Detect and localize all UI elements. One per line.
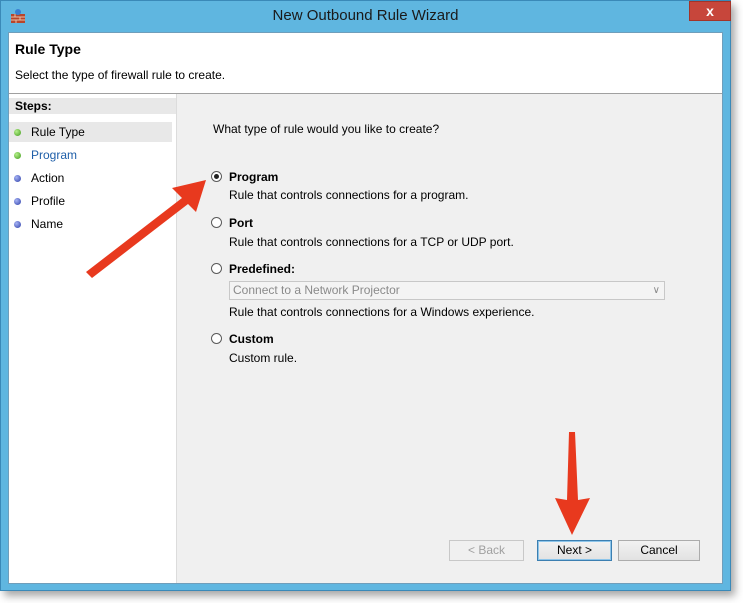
steps-heading: Steps: <box>9 98 176 114</box>
wizard-header: Rule Type Select the type of firewall ru… <box>9 33 722 94</box>
wizard-body: Rule Type Select the type of firewall ru… <box>8 32 723 584</box>
step-status-dot-icon <box>14 198 21 205</box>
program-option-label[interactable]: Program <box>229 170 278 184</box>
custom-radio[interactable] <box>211 333 222 344</box>
chevron-down-icon: ∨ <box>652 285 660 296</box>
program-option-description: Rule that controls connections for a pro… <box>229 188 469 202</box>
custom-option-label[interactable]: Custom <box>229 332 274 346</box>
step-label: Action <box>31 171 65 185</box>
close-button[interactable]: x <box>689 1 731 21</box>
port-option-description: Rule that controls connections for a TCP… <box>229 235 514 249</box>
predefined-select-value: Connect to a Network Projector <box>233 283 400 297</box>
step-status-dot-icon <box>14 129 21 136</box>
wizard-window: New Outbound Rule Wizard x Rule Type Sel… <box>0 0 731 591</box>
title-bar[interactable]: New Outbound Rule Wizard x <box>1 1 731 32</box>
back-button[interactable]: < Back <box>449 540 524 561</box>
step-program[interactable]: Program <box>9 145 172 165</box>
predefined-option-label[interactable]: Predefined: <box>229 262 295 276</box>
predefined-rule-select[interactable]: Connect to a Network Projector ∨ <box>229 281 665 300</box>
rule-type-question: What type of rule would you like to crea… <box>213 122 440 136</box>
window-title: New Outbound Rule Wizard <box>272 7 459 24</box>
step-status-dot-icon <box>14 152 21 159</box>
step-profile: Profile <box>9 191 172 211</box>
page-title: Rule Type <box>15 41 81 57</box>
step-action: Action <box>9 168 172 188</box>
cancel-button[interactable]: Cancel <box>618 540 700 561</box>
close-icon: x <box>706 3 714 19</box>
port-option-label[interactable]: Port <box>229 216 253 230</box>
step-label: Rule Type <box>31 125 85 139</box>
port-radio[interactable] <box>211 217 222 228</box>
radio-selected-dot-icon <box>214 174 219 179</box>
custom-option-description: Custom rule. <box>229 351 298 365</box>
step-status-dot-icon <box>14 221 21 228</box>
step-label: Program <box>31 148 78 162</box>
next-button[interactable]: Next > <box>537 540 612 561</box>
predefined-option-description: Rule that controls connections for a Win… <box>229 305 535 319</box>
step-name: Name <box>9 214 172 234</box>
step-label: Profile <box>31 194 66 208</box>
predefined-radio[interactable] <box>211 263 222 274</box>
step-status-dot-icon <box>14 175 21 182</box>
steps-panel: Steps: Rule Type Program Action Profile … <box>9 94 177 583</box>
step-rule-type[interactable]: Rule Type <box>9 122 172 142</box>
step-label: Name <box>31 217 64 231</box>
page-subtitle: Select the type of firewall rule to crea… <box>15 68 226 82</box>
program-radio[interactable] <box>211 171 222 182</box>
